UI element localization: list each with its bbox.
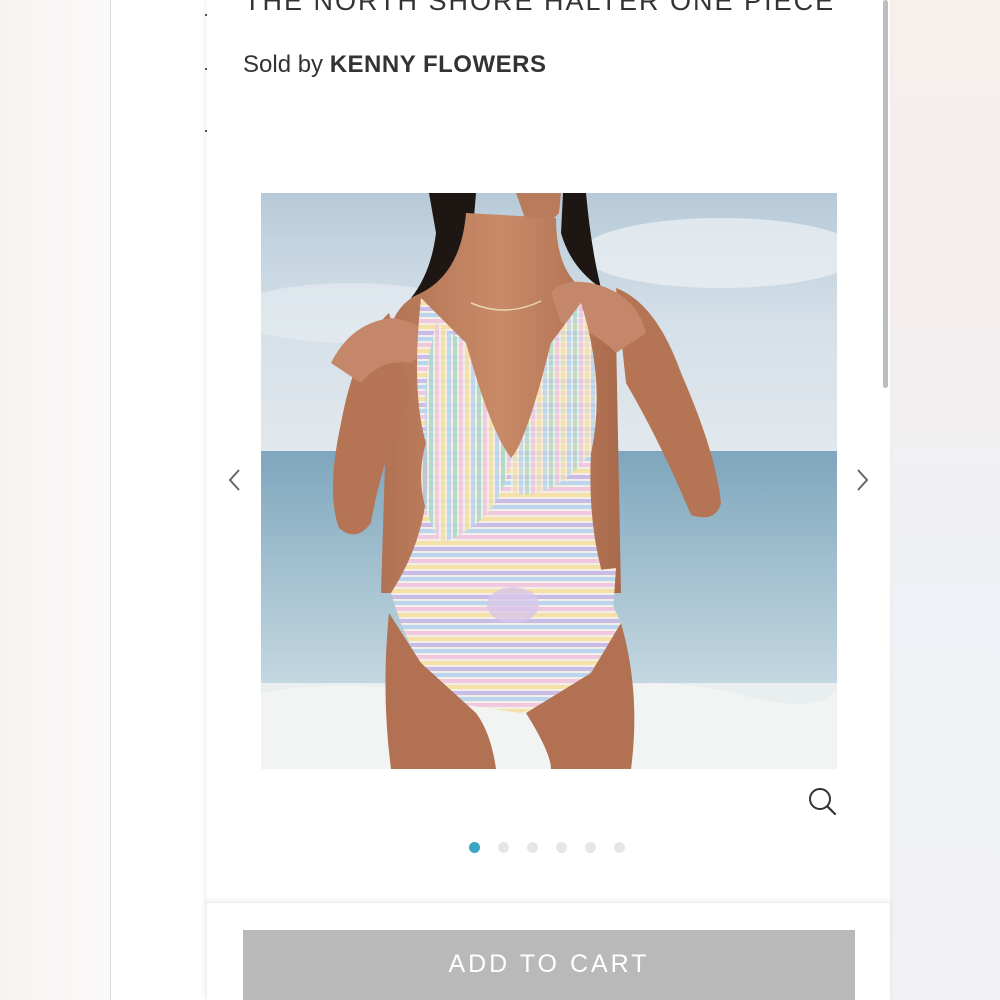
blurred-backdrop-right <box>890 0 1000 1000</box>
carousel-dot-2[interactable] <box>498 841 509 853</box>
carousel-dot-4[interactable] <box>556 841 567 853</box>
zoom-button[interactable] <box>807 786 839 818</box>
product-title: THE NORTH SHORE HALTER ONE PIECE <box>244 0 836 16</box>
carousel-dot-3[interactable] <box>527 841 538 853</box>
sticky-cart-bar: ADD TO CART <box>207 902 890 1000</box>
scrollbar-thumb[interactable] <box>883 0 888 388</box>
search-zoom-icon <box>809 788 837 816</box>
chevron-left-icon <box>228 469 240 491</box>
product-photo-illustration <box>261 193 837 769</box>
next-image-button[interactable] <box>852 465 872 495</box>
sold-by-label: Sold by <box>243 51 330 78</box>
carousel-pagination <box>469 840 625 854</box>
carousel-dot-6[interactable] <box>614 841 625 853</box>
background-page <box>110 0 211 1000</box>
chevron-right-icon <box>857 469 869 491</box>
carousel-dot-1[interactable] <box>469 841 480 853</box>
sold-by-line: Sold by KENNY FLOWERS <box>243 51 546 79</box>
previous-image-button[interactable] <box>225 465 245 495</box>
seller-name[interactable]: KENNY FLOWERS <box>330 51 547 78</box>
blurred-backdrop-left <box>0 0 110 1000</box>
product-modal: THE NORTH SHORE HALTER ONE PIECE Sold by… <box>207 0 890 1000</box>
add-to-cart-button[interactable]: ADD TO CART <box>243 930 855 1000</box>
product-image[interactable] <box>261 193 837 769</box>
carousel-dot-5[interactable] <box>585 841 596 853</box>
